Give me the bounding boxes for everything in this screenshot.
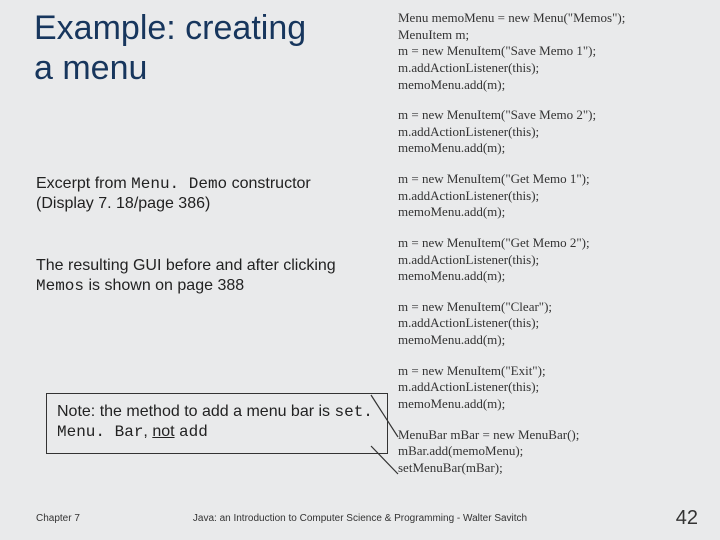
- code-block: m = new MenuItem("Get Memo 2");m.addActi…: [398, 235, 698, 285]
- result-pre: The resulting GUI before and after click…: [36, 257, 336, 274]
- code-block: Menu memoMenu = new Menu("Memos");MenuIt…: [398, 10, 698, 93]
- code-line: m.addActionListener(this);: [398, 124, 698, 141]
- code-line: m.addActionListener(this);: [398, 315, 698, 332]
- code-block: m = new MenuItem("Save Memo 2");m.addAct…: [398, 107, 698, 157]
- code-line: m = new MenuItem("Exit");: [398, 363, 698, 380]
- code-block: m = new MenuItem("Clear");m.addActionLis…: [398, 299, 698, 349]
- result-mono: Memos: [36, 277, 84, 295]
- code-line: m.addActionListener(this);: [398, 252, 698, 269]
- code-block: m = new MenuItem("Exit");m.addActionList…: [398, 363, 698, 413]
- note-underline: not: [152, 423, 174, 440]
- code-block: m = new MenuItem("Get Memo 1");m.addActi…: [398, 171, 698, 221]
- result-post: is shown on page 388: [84, 277, 244, 294]
- code-line: memoMenu.add(m);: [398, 77, 698, 94]
- note-mid: ,: [143, 423, 152, 440]
- excerpt-text: Excerpt from Menu. Demo constructor (Dis…: [36, 174, 356, 215]
- code-line: m = new MenuItem("Clear");: [398, 299, 698, 316]
- code-line: m = new MenuItem("Save Memo 1");: [398, 43, 698, 60]
- code-line: mBar.add(memoMenu);: [398, 443, 698, 460]
- code-line: memoMenu.add(m);: [398, 268, 698, 285]
- code-line: setMenuBar(mBar);: [398, 460, 698, 477]
- code-line: MenuBar mBar = new MenuBar();: [398, 427, 698, 444]
- note-mono-2: add: [179, 423, 208, 441]
- code-line: memoMenu.add(m);: [398, 396, 698, 413]
- code-line: memoMenu.add(m);: [398, 140, 698, 157]
- note-box: Note: the method to add a menu bar is se…: [46, 393, 388, 454]
- code-line: memoMenu.add(m);: [398, 204, 698, 221]
- code-line: m.addActionListener(this);: [398, 379, 698, 396]
- excerpt-pre: Excerpt from: [36, 175, 131, 192]
- code-listing: Menu memoMenu = new Menu("Memos");MenuIt…: [398, 10, 698, 490]
- slide-number: 42: [676, 507, 698, 530]
- result-text: The resulting GUI before and after click…: [36, 256, 356, 297]
- code-line: Menu memoMenu = new Menu("Memos");: [398, 10, 698, 27]
- code-line: m = new MenuItem("Get Memo 1");: [398, 171, 698, 188]
- code-line: m = new MenuItem("Get Memo 2");: [398, 235, 698, 252]
- slide-title: Example: creating a menu: [34, 8, 334, 88]
- excerpt-mono: Menu. Demo: [131, 175, 227, 193]
- footer-center: Java: an Introduction to Computer Scienc…: [0, 513, 720, 524]
- code-line: m = new MenuItem("Save Memo 2");: [398, 107, 698, 124]
- code-line: m.addActionListener(this);: [398, 188, 698, 205]
- note-pre: Note: the method to add a menu bar is: [57, 403, 335, 420]
- code-line: memoMenu.add(m);: [398, 332, 698, 349]
- code-block: MenuBar mBar = new MenuBar();mBar.add(me…: [398, 427, 698, 477]
- code-line: m.addActionListener(this);: [398, 60, 698, 77]
- code-line: MenuItem m;: [398, 27, 698, 44]
